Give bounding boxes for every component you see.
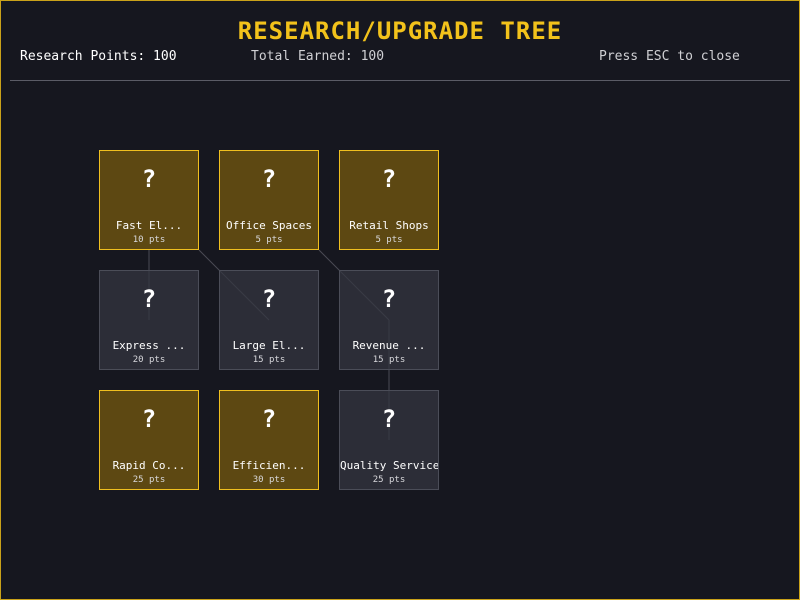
question-mark-icon: ? [141, 285, 157, 313]
research-node-efficiency[interactable]: ? Efficien... 30 pts [219, 390, 319, 490]
node-name: Fast El... [115, 219, 183, 232]
node-name: Large El... [232, 339, 306, 352]
total-earned-label: Total Earned: 100 [251, 49, 385, 64]
research-node-office-spaces[interactable]: ? Office Spaces 5 pts [219, 150, 319, 250]
research-tree-screen: RESEARCH/UPGRADE TREE Research Points: 1… [0, 0, 800, 600]
research-node-retail-shops[interactable]: ? Retail Shops 5 pts [339, 150, 439, 250]
question-mark-icon: ? [261, 285, 277, 313]
node-name: Quality Service [340, 459, 438, 472]
node-name: Express ... [112, 339, 186, 352]
research-node-fast-elevator[interactable]: ? Fast El... 10 pts [99, 150, 199, 250]
node-name: Retail Shops [349, 219, 429, 232]
node-name: Efficien... [232, 459, 306, 472]
research-points-label: Research Points: 100 [20, 49, 177, 64]
research-node-revenue[interactable]: ? Revenue ... 15 pts [339, 270, 439, 370]
node-name: Office Spaces [225, 219, 313, 232]
node-cost: 25 pts [372, 475, 406, 485]
node-cost: 10 pts [132, 235, 166, 245]
question-mark-icon: ? [381, 285, 397, 313]
node-cost: 30 pts [252, 475, 286, 485]
node-cost: 15 pts [372, 355, 406, 365]
question-mark-icon: ? [261, 405, 277, 433]
question-mark-icon: ? [141, 165, 157, 193]
node-cost: 25 pts [132, 475, 166, 485]
node-cost: 20 pts [132, 355, 166, 365]
node-cost: 5 pts [375, 235, 403, 245]
question-mark-icon: ? [381, 165, 397, 193]
close-hint-label: Press ESC to close [599, 49, 740, 64]
header-divider [10, 80, 790, 81]
node-cost: 5 pts [255, 235, 283, 245]
research-node-large-elevator[interactable]: ? Large El... 15 pts [219, 270, 319, 370]
node-cost: 15 pts [252, 355, 286, 365]
research-node-rapid-construction[interactable]: ? Rapid Co... 25 pts [99, 390, 199, 490]
page-title: RESEARCH/UPGRADE TREE [237, 17, 563, 45]
node-name: Rapid Co... [112, 459, 186, 472]
node-name: Revenue ... [352, 339, 426, 352]
research-node-express[interactable]: ? Express ... 20 pts [99, 270, 199, 370]
question-mark-icon: ? [141, 405, 157, 433]
question-mark-icon: ? [261, 165, 277, 193]
research-node-quality-service[interactable]: ? Quality Service 25 pts [339, 390, 439, 490]
question-mark-icon: ? [381, 405, 397, 433]
